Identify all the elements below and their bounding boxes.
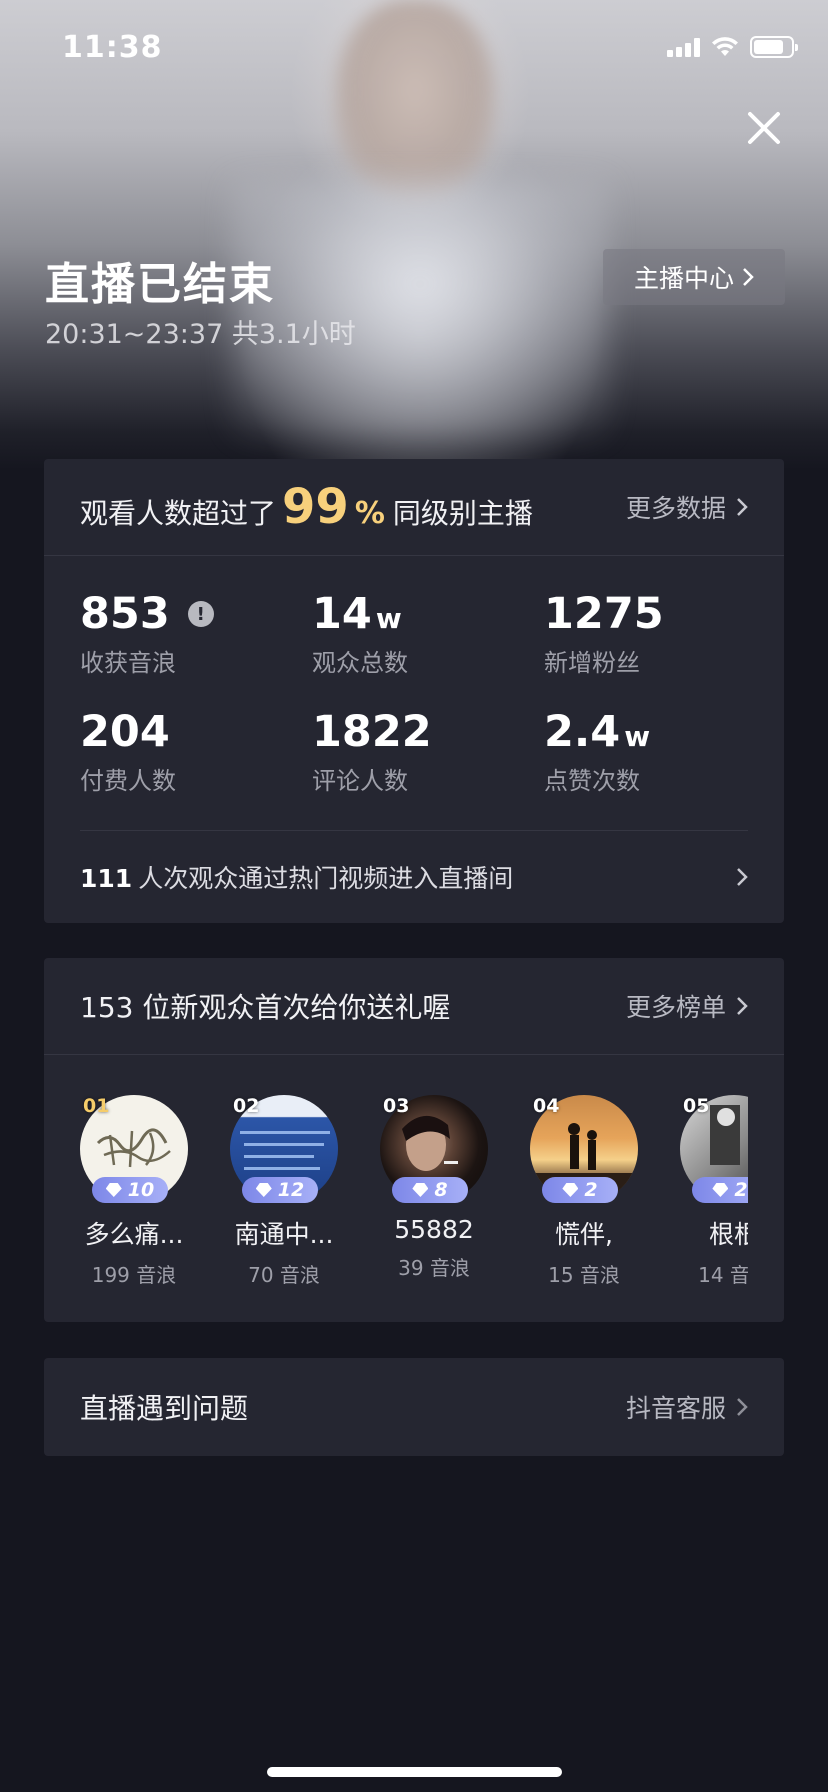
stat-item: 1275 新增粉丝 xyxy=(544,589,774,678)
summary-card: 观看人数超过了 99 % 同级别主播 更多数据 853 ! 收获音浪 14 w … xyxy=(44,459,784,923)
info-icon[interactable]: ! xyxy=(187,601,214,627)
stat-value: 1275 xyxy=(544,589,664,639)
more-ranking-link[interactable]: 更多榜单 xyxy=(626,988,748,1024)
stat-unit: w xyxy=(624,720,651,753)
gifter-gift-amount: 15 音浪 xyxy=(548,1263,620,1287)
chevron-right-icon xyxy=(737,1398,748,1416)
chevron-right-icon xyxy=(737,868,748,886)
percentile-value: 99 xyxy=(282,479,349,535)
gifter-gift-amount: 70 音浪 xyxy=(248,1263,320,1287)
stat-unit: w xyxy=(375,602,402,635)
more-data-label: 更多数据 xyxy=(625,494,726,523)
gifter-item[interactable]: 03 8 55882 39 音浪 xyxy=(380,1095,520,1281)
host-center-button[interactable]: 主播中心 xyxy=(603,249,785,305)
live-duration: 20:31~23:37 共3.1小时 xyxy=(45,319,356,350)
level-badge: 10 xyxy=(92,1177,168,1203)
gifter-item[interactable]: 02 12 南通中... 70 音浪 xyxy=(230,1095,370,1288)
chevron-right-icon xyxy=(737,997,748,1015)
stat-item: 204 付费人数 xyxy=(80,707,310,796)
stats-grid: 853 ! 收获音浪 14 w 观众总数 1275 新增粉丝 204 付费人数 … xyxy=(44,556,784,826)
chevron-right-icon xyxy=(743,268,754,286)
diamond-icon xyxy=(255,1183,272,1197)
hero-background xyxy=(0,0,828,470)
stat-value: 2.4 xyxy=(544,707,621,757)
stat-item: 2.4 w 点赞次数 xyxy=(544,707,774,796)
gifter-name: 南通中... xyxy=(234,1220,334,1249)
battery-icon xyxy=(750,36,798,58)
stat-label: 收获音浪 xyxy=(80,649,176,677)
level-badge: 2 xyxy=(542,1177,618,1203)
gifter-gift-amount: 199 音浪 xyxy=(91,1263,177,1287)
gift-ranking-card: 153 位新观众首次给你送礼喔 更多榜单 01 10 多么痛... 199 音浪… xyxy=(44,958,784,1322)
hot-video-count: 111 xyxy=(80,864,133,893)
more-data-link[interactable]: 更多数据 xyxy=(626,489,748,525)
stat-label: 点赞次数 xyxy=(544,767,640,795)
rank-number: 04 xyxy=(533,1095,560,1117)
stat-item: 14 w 观众总数 xyxy=(312,589,542,678)
gifter-item[interactable]: 04 2 慌伴, 15 音浪 xyxy=(530,1095,670,1288)
live-issue-card[interactable]: 直播遇到问题 抖音客服 xyxy=(44,1358,784,1456)
stat-value: 204 xyxy=(80,707,170,757)
diamond-icon xyxy=(412,1183,429,1197)
stat-label: 评论人数 xyxy=(312,767,408,795)
diamond-icon xyxy=(562,1183,579,1197)
chevron-right-icon xyxy=(737,498,748,516)
gifter-list[interactable]: 01 10 多么痛... 199 音浪 02 12 南通中... 70 音浪 0… xyxy=(80,1055,748,1322)
hot-video-row[interactable]: 111 人次观众通过热门视频进入直播间 xyxy=(80,831,748,923)
level-badge: 12 xyxy=(242,1177,318,1203)
stat-value: 853 xyxy=(80,589,170,639)
customer-service-link[interactable]: 抖音客服 xyxy=(626,1389,748,1425)
gifter-name: 慌伴, xyxy=(555,1220,613,1249)
gifter-item[interactable]: 05 2 根根 14 音浪 xyxy=(680,1095,748,1288)
summary-suffix: 同级别主播 xyxy=(392,497,533,530)
percent-sign: % xyxy=(354,496,385,531)
gift-ranking-header: 153 位新观众首次给你送礼喔 更多榜单 xyxy=(44,958,784,1055)
page-title: 直播已结束 xyxy=(45,259,275,310)
signal-icon xyxy=(667,37,700,57)
stat-value: 1822 xyxy=(312,707,432,757)
diamond-icon xyxy=(712,1183,729,1197)
gifter-name: 多么痛... xyxy=(84,1220,184,1249)
gifter-gift-amount: 14 音浪 xyxy=(698,1263,748,1287)
diamond-icon xyxy=(105,1183,122,1197)
level-badge: 2 xyxy=(692,1177,748,1203)
host-center-label: 主播中心 xyxy=(633,264,734,293)
rank-number: 05 xyxy=(683,1095,710,1117)
live-ended-screen: 11:38 直播已结束 20:31~23:37 共3.1小时 主播中心 观看人数… xyxy=(0,0,828,1792)
summary-header: 观看人数超过了 99 % 同级别主播 更多数据 xyxy=(44,459,784,556)
live-issue-label: 直播遇到问题 xyxy=(80,1392,249,1425)
gifter-name: 根根 xyxy=(708,1220,748,1249)
stat-item: 1822 评论人数 xyxy=(312,707,542,796)
status-icons xyxy=(667,36,798,58)
gifter-name: 55882 xyxy=(394,1215,474,1244)
rank-number: 02 xyxy=(233,1095,260,1117)
stat-label: 付费人数 xyxy=(80,767,176,795)
stat-label: 新增粉丝 xyxy=(544,649,640,677)
stat-item: 853 ! 收获音浪 xyxy=(80,589,310,678)
more-ranking-label: 更多榜单 xyxy=(625,993,726,1022)
gifter-item[interactable]: 01 10 多么痛... 199 音浪 xyxy=(80,1095,220,1288)
customer-service-label: 抖音客服 xyxy=(625,1394,726,1423)
home-indicator[interactable] xyxy=(267,1767,562,1777)
level-badge: 8 xyxy=(392,1177,468,1203)
summary-prefix: 观看人数超过了 xyxy=(80,497,277,530)
stat-value: 14 xyxy=(312,589,372,639)
rank-number: 03 xyxy=(383,1095,410,1117)
wifi-icon xyxy=(712,37,738,56)
hot-video-text: 人次观众通过热门视频进入直播间 xyxy=(138,864,514,893)
blurred-host-photo xyxy=(335,0,495,200)
rank-number: 01 xyxy=(83,1095,110,1117)
close-icon[interactable] xyxy=(744,108,784,148)
stat-label: 观众总数 xyxy=(312,649,408,677)
gift-ranking-title: 153 位新观众首次给你送礼喔 xyxy=(80,991,451,1024)
status-time: 11:38 xyxy=(62,30,163,65)
gifter-gift-amount: 39 音浪 xyxy=(398,1256,470,1280)
